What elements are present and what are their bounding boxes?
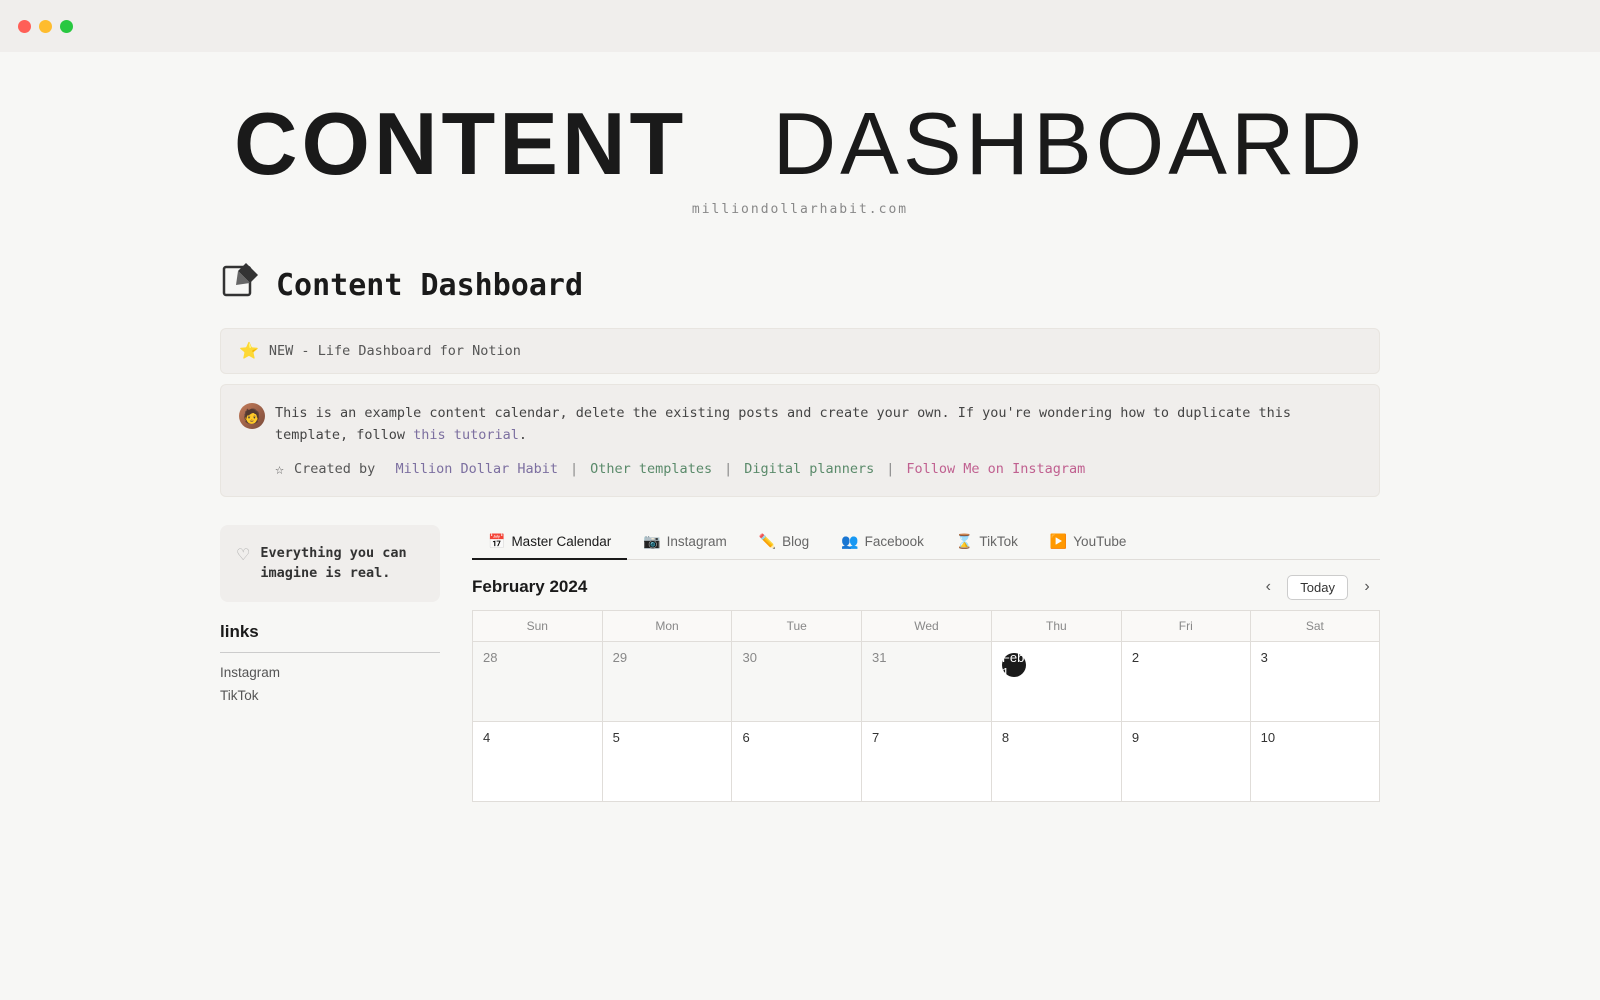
- bottom-section: ♡ Everything you can imagine is real. li…: [220, 525, 1380, 802]
- page-header: Content Dashboard: [220, 261, 1380, 310]
- sidebar-quote-text: Everything you can imagine is real.: [260, 543, 424, 584]
- calendar-prev-button[interactable]: ‹: [1255, 574, 1281, 600]
- sep3: |: [886, 461, 894, 477]
- calendar-cell-31[interactable]: 31: [861, 642, 991, 722]
- notice-text: NEW - Life Dashboard for Notion: [269, 343, 521, 359]
- minimize-button[interactable]: [39, 20, 52, 33]
- tabs-bar: 📅 Master Calendar 📷 Instagram ✏️ Blog 👥 …: [472, 525, 1380, 560]
- tiktok-icon: ⌛: [956, 533, 973, 550]
- sidebar-link-tiktok[interactable]: TikTok: [220, 684, 440, 707]
- calendar-header-row: Sun Mon Tue Wed Thu Fri Sat: [473, 611, 1380, 642]
- calendar-cell-4[interactable]: 4: [473, 722, 603, 802]
- calendar-next-button[interactable]: ›: [1354, 574, 1380, 600]
- calendar-row-2: 4 5 6 7 8 9 10: [473, 722, 1380, 802]
- instagram-icon: 📷: [643, 533, 660, 550]
- notice-star-icon: ⭐: [239, 341, 259, 361]
- tab-tiktok-label: TikTok: [979, 534, 1018, 549]
- col-sun: Sun: [473, 611, 603, 642]
- sep2: |: [724, 461, 732, 477]
- col-thu: Thu: [991, 611, 1121, 642]
- maximize-button[interactable]: [60, 20, 73, 33]
- info-links: ☆ Created by Million Dollar Habit | Othe…: [239, 460, 1361, 478]
- calendar-cell-30[interactable]: 30: [732, 642, 862, 722]
- tab-blog-label: Blog: [782, 534, 809, 549]
- sidebar-links-title: links: [220, 622, 440, 642]
- avatar: 🧑: [239, 403, 265, 429]
- sidebar-divider: [220, 652, 440, 653]
- calendar-cell-28[interactable]: 28: [473, 642, 603, 722]
- calendar-nav: ‹ Today ›: [1255, 574, 1380, 600]
- calendar-cell-7[interactable]: 7: [861, 722, 991, 802]
- notice-banner: ⭐ NEW - Life Dashboard for Notion: [220, 328, 1380, 374]
- tab-tiktok[interactable]: ⌛ TikTok: [940, 525, 1034, 560]
- sidebar-link-instagram[interactable]: Instagram: [220, 661, 440, 684]
- links-star-icon: ☆: [275, 460, 284, 478]
- blog-icon: ✏️: [759, 533, 776, 550]
- hero-banner: CONTENT DASHBOARD milliondollarhabit.com: [0, 52, 1600, 253]
- col-tue: Tue: [732, 611, 862, 642]
- hero-title-bold: CONTENT: [234, 94, 687, 193]
- calendar-cell-5[interactable]: 5: [602, 722, 732, 802]
- info-block: 🧑 This is an example content calendar, d…: [220, 384, 1380, 497]
- calendar-month-label: February 2024: [472, 577, 587, 597]
- other-templates-link[interactable]: Other templates: [590, 461, 712, 477]
- follow-instagram-link[interactable]: Follow Me on Instagram: [906, 461, 1085, 477]
- calendar-cell-6[interactable]: 6: [732, 722, 862, 802]
- hero-title: CONTENT DASHBOARD: [0, 100, 1600, 188]
- calendar-cell-3[interactable]: 3: [1250, 642, 1379, 722]
- close-button[interactable]: [18, 20, 31, 33]
- heart-icon: ♡: [236, 545, 250, 565]
- calendar-grid: Sun Mon Tue Wed Thu Fri Sat 28 29 30 31: [472, 610, 1380, 802]
- calendar-cell-9[interactable]: 9: [1121, 722, 1250, 802]
- youtube-icon: ▶️: [1050, 533, 1067, 550]
- million-dollar-habit-link[interactable]: Million Dollar Habit: [395, 461, 558, 477]
- col-sat: Sat: [1250, 611, 1379, 642]
- tab-master-calendar[interactable]: 📅 Master Calendar: [472, 525, 627, 560]
- master-calendar-icon: 📅: [488, 533, 505, 550]
- tab-youtube-label: YouTube: [1073, 534, 1126, 549]
- col-wed: Wed: [861, 611, 991, 642]
- calendar-header: February 2024 ‹ Today ›: [472, 560, 1380, 610]
- sep1: |: [570, 461, 578, 477]
- info-text: This is an example content calendar, del…: [275, 403, 1361, 446]
- calendar-cell-10[interactable]: 10: [1250, 722, 1379, 802]
- tutorial-link[interactable]: this tutorial: [413, 427, 519, 443]
- calendar-cell-29[interactable]: 29: [602, 642, 732, 722]
- tab-instagram[interactable]: 📷 Instagram: [627, 525, 742, 560]
- hero-title-light: DASHBOARD: [773, 94, 1366, 193]
- info-top: 🧑 This is an example content calendar, d…: [239, 403, 1361, 446]
- calendar-today-button[interactable]: Today: [1287, 575, 1348, 600]
- page-icon: [220, 261, 260, 310]
- facebook-icon: 👥: [841, 533, 858, 550]
- tab-master-label: Master Calendar: [511, 534, 611, 549]
- sidebar: ♡ Everything you can imagine is real. li…: [220, 525, 440, 802]
- calendar-cell-feb1[interactable]: Feb 1: [991, 642, 1121, 722]
- tab-youtube[interactable]: ▶️ YouTube: [1034, 525, 1143, 560]
- hero-subtitle: milliondollarhabit.com: [0, 202, 1600, 217]
- tab-instagram-label: Instagram: [667, 534, 727, 549]
- col-mon: Mon: [602, 611, 732, 642]
- col-fri: Fri: [1121, 611, 1250, 642]
- tab-facebook[interactable]: 👥 Facebook: [825, 525, 940, 560]
- calendar-row-1: 28 29 30 31 Feb 1 2 3: [473, 642, 1380, 722]
- tab-facebook-label: Facebook: [865, 534, 924, 549]
- tab-blog[interactable]: ✏️ Blog: [743, 525, 825, 560]
- created-by-label: Created by: [294, 461, 375, 477]
- titlebar: [0, 0, 1600, 52]
- calendar-cell-2[interactable]: 2: [1121, 642, 1250, 722]
- digital-planners-link[interactable]: Digital planners: [744, 461, 874, 477]
- calendar-cell-8[interactable]: 8: [991, 722, 1121, 802]
- page-title: Content Dashboard: [276, 268, 583, 303]
- sidebar-quote-block: ♡ Everything you can imagine is real.: [220, 525, 440, 602]
- calendar-area: 📅 Master Calendar 📷 Instagram ✏️ Blog 👥 …: [472, 525, 1380, 802]
- main-content: Content Dashboard ⭐ NEW - Life Dashboard…: [160, 261, 1440, 842]
